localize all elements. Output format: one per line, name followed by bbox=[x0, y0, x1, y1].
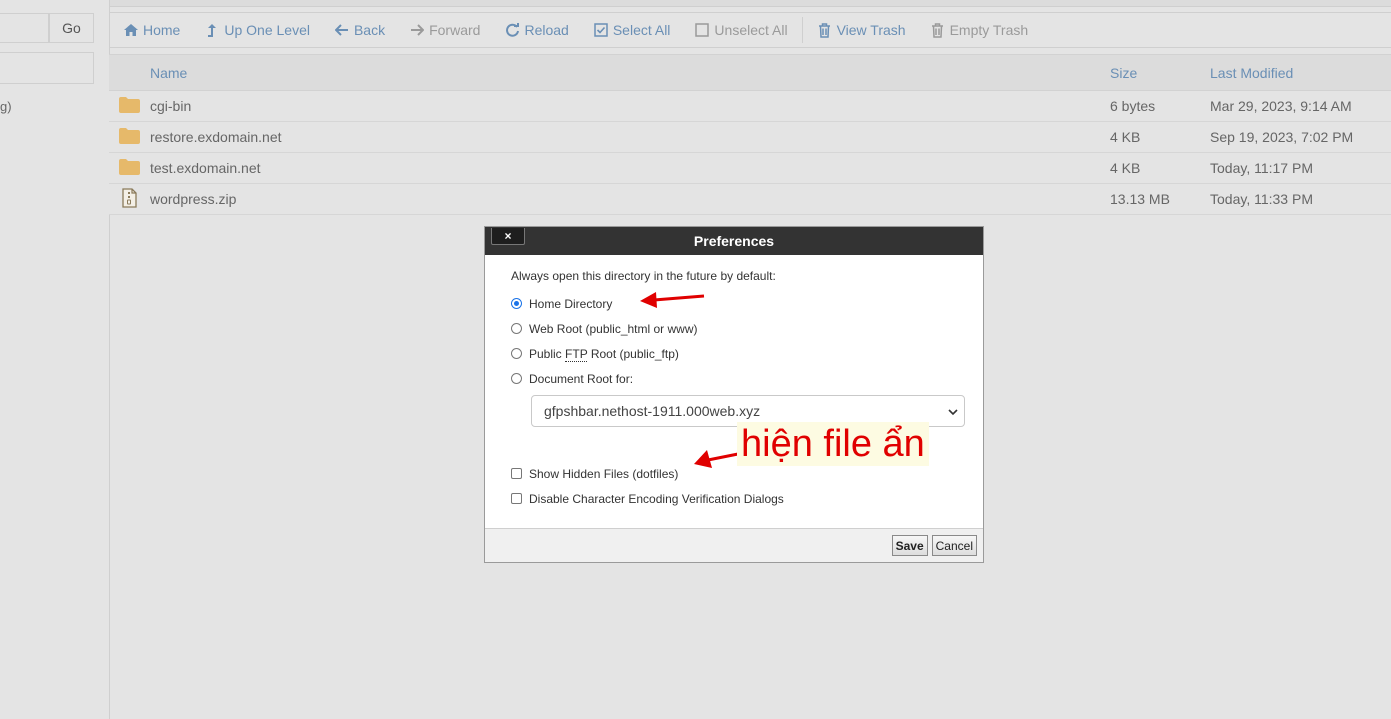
document-root-radio[interactable] bbox=[511, 373, 522, 384]
public-ftp-option[interactable]: Public FTP Root (public_ftp) bbox=[511, 341, 967, 366]
table-row[interactable]: cgi-bin 6 bytes Mar 29, 2023, 9:14 AM bbox=[109, 91, 1391, 122]
web-root-radio[interactable] bbox=[511, 323, 522, 334]
toolbar: Home Up One Level Back Forward Reload Se… bbox=[109, 12, 1391, 48]
home-button[interactable]: Home bbox=[123, 22, 180, 38]
dialog-footer: Save Cancel bbox=[485, 528, 983, 562]
back-label: Back bbox=[353, 22, 386, 38]
name-column-header[interactable]: Name bbox=[150, 65, 1110, 81]
checked-square-icon bbox=[593, 22, 609, 38]
directory-tree-item[interactable]: g) bbox=[0, 99, 12, 114]
select-all-label: Select All bbox=[612, 22, 671, 38]
file-size: 4 KB bbox=[1110, 160, 1141, 176]
disable-encoding-label: Disable Character Encoding Verification … bbox=[529, 491, 784, 506]
arrow-right-icon bbox=[409, 22, 425, 38]
show-hidden-files-checkbox[interactable] bbox=[511, 468, 522, 479]
file-name: wordpress.zip bbox=[150, 191, 237, 207]
table-row[interactable]: wordpress.zip 13.13 MB Today, 11:33 PM bbox=[109, 184, 1391, 215]
cancel-button[interactable]: Cancel bbox=[931, 535, 977, 556]
forward-label: Forward bbox=[429, 22, 481, 38]
size-column-header[interactable]: Size bbox=[1110, 65, 1210, 81]
select-all-button[interactable]: Select All bbox=[593, 22, 671, 38]
reload-label: Reload bbox=[524, 22, 569, 38]
web-root-label: Web Root (public_html or www) bbox=[529, 321, 698, 336]
folder-icon bbox=[119, 127, 140, 147]
modified-column-header[interactable]: Last Modified bbox=[1210, 65, 1390, 81]
top-strip bbox=[0, 0, 1391, 7]
document-root-option[interactable]: Document Root for: bbox=[511, 366, 967, 391]
table-row[interactable]: test.exdomain.net 4 KB Today, 11:17 PM bbox=[109, 153, 1391, 184]
trash-icon bbox=[930, 22, 946, 38]
path-input[interactable] bbox=[0, 13, 49, 43]
close-icon: × bbox=[504, 229, 512, 243]
arrow-left-icon bbox=[334, 22, 350, 38]
zip-file-icon bbox=[122, 187, 137, 211]
forward-button[interactable]: Forward bbox=[409, 22, 480, 38]
empty-trash-button[interactable]: Empty Trash bbox=[930, 22, 1029, 38]
toolbar-divider bbox=[801, 17, 803, 43]
reload-icon bbox=[504, 22, 520, 38]
annotation-text: hiện file ẩn bbox=[737, 422, 929, 466]
table-row[interactable]: restore.exdomain.net 4 KB Sep 19, 2023, … bbox=[109, 122, 1391, 153]
file-name: restore.exdomain.net bbox=[150, 129, 282, 145]
up-one-level-label: Up One Level bbox=[224, 22, 310, 38]
dialog-title-bar: × Preferences bbox=[485, 227, 983, 255]
chevron-down-icon bbox=[948, 403, 958, 419]
unselect-all-button[interactable]: Unselect All bbox=[694, 22, 788, 38]
file-modified: Today, 11:33 PM bbox=[1210, 191, 1313, 207]
back-button[interactable]: Back bbox=[334, 22, 385, 38]
public-ftp-label: Public FTP Root (public_ftp) bbox=[529, 346, 679, 362]
up-one-level-button[interactable]: Up One Level bbox=[204, 22, 310, 38]
file-size: 13.13 MB bbox=[1110, 191, 1170, 207]
trash-icon bbox=[817, 22, 833, 38]
file-size: 6 bytes bbox=[1110, 98, 1156, 114]
folder-icon bbox=[119, 96, 140, 116]
left-panel: Go g) bbox=[0, 0, 110, 719]
arrow-annotation-home bbox=[640, 292, 705, 308]
directory-tree-box[interactable] bbox=[0, 52, 94, 84]
view-trash-label: View Trash bbox=[836, 22, 906, 38]
file-table: Name Size Last Modified cgi-bin 6 bytes … bbox=[109, 54, 1391, 215]
table-header: Name Size Last Modified bbox=[109, 54, 1391, 91]
home-directory-label: Home Directory bbox=[529, 296, 613, 311]
file-name: cgi-bin bbox=[150, 98, 192, 114]
file-size: 4 KB bbox=[1110, 129, 1141, 145]
empty-trash-label: Empty Trash bbox=[949, 22, 1029, 38]
close-button[interactable]: × bbox=[491, 228, 525, 245]
empty-square-icon bbox=[694, 22, 710, 38]
home-icon bbox=[123, 22, 139, 38]
file-modified: Sep 19, 2023, 7:02 PM bbox=[1210, 129, 1354, 145]
show-hidden-files-label: Show Hidden Files (dotfiles) bbox=[529, 466, 679, 481]
arrow-annotation-hidden-files bbox=[694, 450, 739, 468]
view-trash-button[interactable]: View Trash bbox=[817, 22, 906, 38]
disable-encoding-option[interactable]: Disable Character Encoding Verification … bbox=[511, 486, 967, 511]
reload-button[interactable]: Reload bbox=[504, 22, 569, 38]
unselect-all-label: Unselect All bbox=[714, 22, 788, 38]
document-root-label: Document Root for: bbox=[529, 371, 634, 386]
folder-icon bbox=[119, 158, 140, 178]
home-directory-option[interactable]: Home Directory bbox=[511, 291, 967, 316]
home-label: Home bbox=[143, 22, 181, 38]
domain-select-value: gfpshbar.nethost-1911.000web.xyz bbox=[544, 403, 761, 419]
home-directory-radio[interactable] bbox=[511, 298, 522, 309]
go-button[interactable]: Go bbox=[49, 13, 94, 43]
file-modified: Mar 29, 2023, 9:14 AM bbox=[1210, 98, 1352, 114]
preferences-dialog: × Preferences Always open this directory… bbox=[484, 226, 984, 563]
disable-encoding-checkbox[interactable] bbox=[511, 493, 522, 504]
public-ftp-radio[interactable] bbox=[511, 348, 522, 359]
level-up-icon bbox=[204, 22, 220, 38]
dialog-title: Preferences bbox=[693, 233, 775, 249]
save-button[interactable]: Save bbox=[891, 535, 928, 556]
file-name: test.exdomain.net bbox=[150, 160, 261, 176]
web-root-option[interactable]: Web Root (public_html or www) bbox=[511, 316, 967, 341]
file-modified: Today, 11:17 PM bbox=[1210, 160, 1313, 176]
dialog-description: Always open this directory in the future… bbox=[511, 269, 776, 283]
